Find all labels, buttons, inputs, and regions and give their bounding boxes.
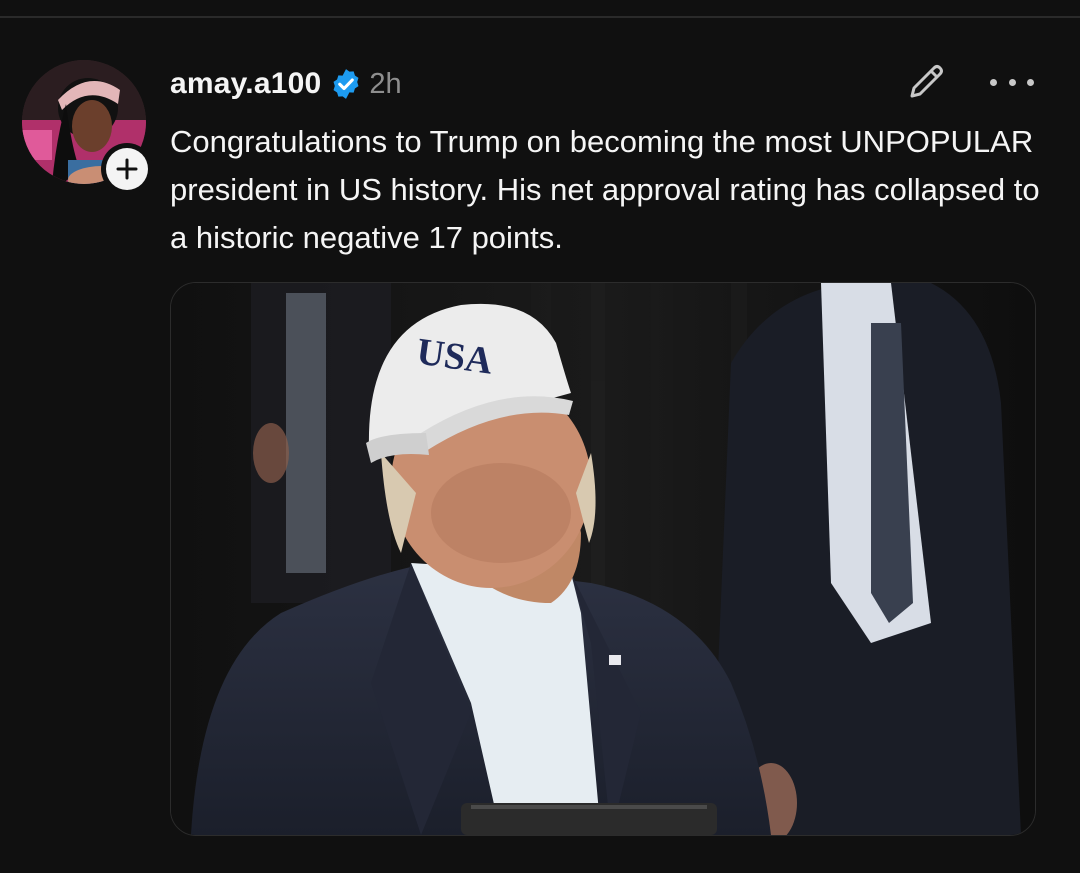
username[interactable]: amay.a100 — [170, 67, 321, 101]
follow-button-circle[interactable] — [106, 148, 148, 190]
more-dot — [1027, 78, 1034, 86]
post-image[interactable]: USA — [170, 282, 1036, 836]
pencil-icon[interactable] — [902, 58, 950, 106]
post-header: amay.a100 2h — [170, 62, 402, 106]
top-divider — [0, 16, 1080, 18]
verified-badge-icon — [329, 67, 363, 101]
post-timestamp: 2h — [369, 67, 402, 100]
follow-button[interactable] — [101, 143, 153, 195]
post-text: Congratulations to Trump on becoming the… — [170, 124, 1040, 255]
more-horizontal-icon[interactable] — [990, 62, 1034, 102]
more-dot — [990, 78, 997, 86]
more-dot — [1008, 78, 1016, 86]
plus-icon — [116, 158, 138, 180]
